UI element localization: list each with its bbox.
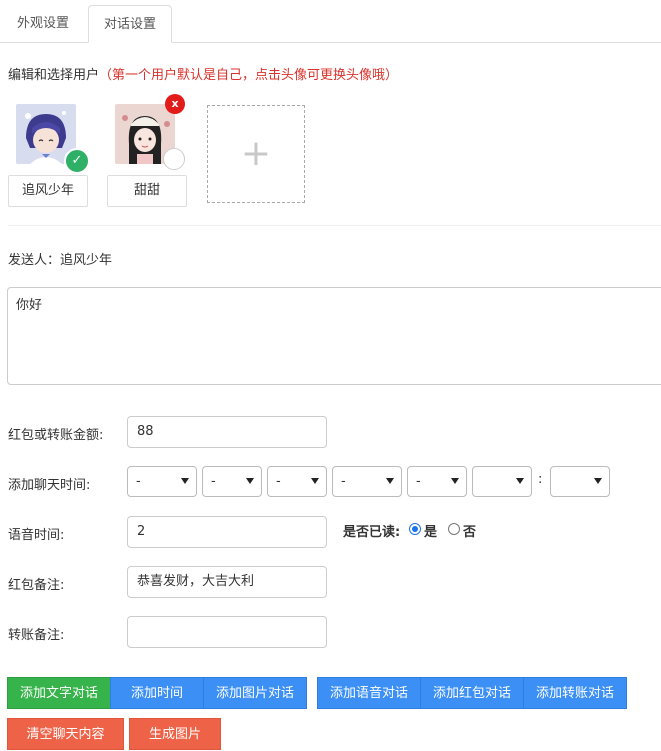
time-select-month[interactable]: - bbox=[202, 466, 262, 497]
selected-check-icon: ✓ bbox=[64, 148, 90, 174]
redpacket-note-input[interactable]: 恭喜发财，大吉大利 bbox=[127, 566, 327, 598]
generate-image-button[interactable]: 生成图片 bbox=[129, 718, 221, 750]
time-select-period-value: - bbox=[416, 474, 421, 489]
chevron-down-icon bbox=[386, 478, 394, 484]
time-select-hour[interactable] bbox=[472, 466, 532, 497]
remove-user-icon[interactable]: x bbox=[165, 94, 185, 114]
unselected-circle-icon[interactable] bbox=[163, 148, 185, 170]
time-select-weekday-value: - bbox=[341, 474, 346, 489]
message-textarea[interactable]: 你好 bbox=[7, 287, 661, 385]
transfer-note-input[interactable] bbox=[127, 616, 327, 648]
add-user-button[interactable]: + bbox=[207, 105, 305, 203]
sender-line: 发送人：追风少年 bbox=[8, 249, 112, 268]
users-section-hint: （第一个用户默认是自己，点击头像可更换头像哦） bbox=[99, 68, 399, 83]
chevron-down-icon bbox=[451, 478, 459, 484]
voice-label: 语音时间: bbox=[8, 528, 65, 543]
clear-chat-button[interactable]: 清空聊天内容 bbox=[7, 718, 124, 750]
time-select-period[interactable]: - bbox=[407, 466, 467, 497]
read-label: 是否已读: bbox=[343, 525, 401, 540]
read-yes-label[interactable]: 是 bbox=[424, 521, 437, 540]
time-separator: : bbox=[538, 472, 543, 487]
tab-appearance-settings[interactable]: 外观设置 bbox=[2, 5, 84, 42]
tab-bar: 外观设置 对话设置 bbox=[0, 0, 661, 43]
time-select-weekday[interactable]: - bbox=[332, 466, 402, 497]
time-label: 添加聊天时间: bbox=[8, 478, 91, 493]
sender-name: 追风少年 bbox=[60, 253, 113, 268]
chevron-down-icon bbox=[246, 478, 254, 484]
chevron-down-icon bbox=[516, 478, 524, 484]
user-avatar-2[interactable]: x bbox=[107, 94, 187, 170]
add-voice-dialog-button[interactable]: 添加语音对话 bbox=[317, 677, 421, 709]
time-select-year-value: - bbox=[136, 474, 141, 489]
add-text-dialog-button[interactable]: 添加文字对话 bbox=[7, 677, 111, 709]
add-redpacket-dialog-button[interactable]: 添加红包对话 bbox=[420, 677, 524, 709]
read-no-radio[interactable] bbox=[448, 523, 460, 535]
users-section-title-text: 编辑和选择用户 bbox=[8, 68, 100, 83]
add-time-button[interactable]: 添加时间 bbox=[110, 677, 204, 709]
add-transfer-dialog-button[interactable]: 添加转账对话 bbox=[523, 677, 627, 709]
chevron-down-icon bbox=[181, 478, 189, 484]
transfer-note-label: 转账备注: bbox=[8, 628, 65, 643]
amount-label: 红包或转账金额: bbox=[8, 428, 104, 443]
add-image-dialog-button[interactable]: 添加图片对话 bbox=[203, 677, 307, 709]
user-name-2[interactable]: 甜甜 bbox=[107, 175, 187, 207]
chevron-down-icon bbox=[311, 478, 319, 484]
voice-input[interactable]: 2 bbox=[127, 516, 327, 548]
read-yes-radio[interactable] bbox=[409, 523, 421, 535]
users-section-title: 编辑和选择用户（第一个用户默认是自己，点击头像可更换头像哦） bbox=[8, 64, 398, 83]
sender-label: 发送人： bbox=[8, 253, 61, 268]
section-divider bbox=[8, 225, 661, 226]
user-name-1[interactable]: 追风少年 bbox=[8, 175, 88, 207]
time-select-month-value: - bbox=[211, 474, 216, 489]
tab-dialog-settings[interactable]: 对话设置 bbox=[88, 5, 173, 43]
time-select-year[interactable]: - bbox=[127, 466, 197, 497]
user-avatar-1[interactable]: ✓ bbox=[8, 104, 90, 174]
time-select-day-value: - bbox=[276, 474, 281, 489]
time-select-day[interactable]: - bbox=[267, 466, 327, 497]
amount-input[interactable]: 88 bbox=[127, 416, 327, 448]
read-no-label[interactable]: 否 bbox=[463, 521, 476, 540]
chevron-down-icon bbox=[594, 478, 602, 484]
redpacket-note-label: 红包备注: bbox=[8, 578, 65, 593]
time-select-minute[interactable] bbox=[550, 466, 610, 497]
